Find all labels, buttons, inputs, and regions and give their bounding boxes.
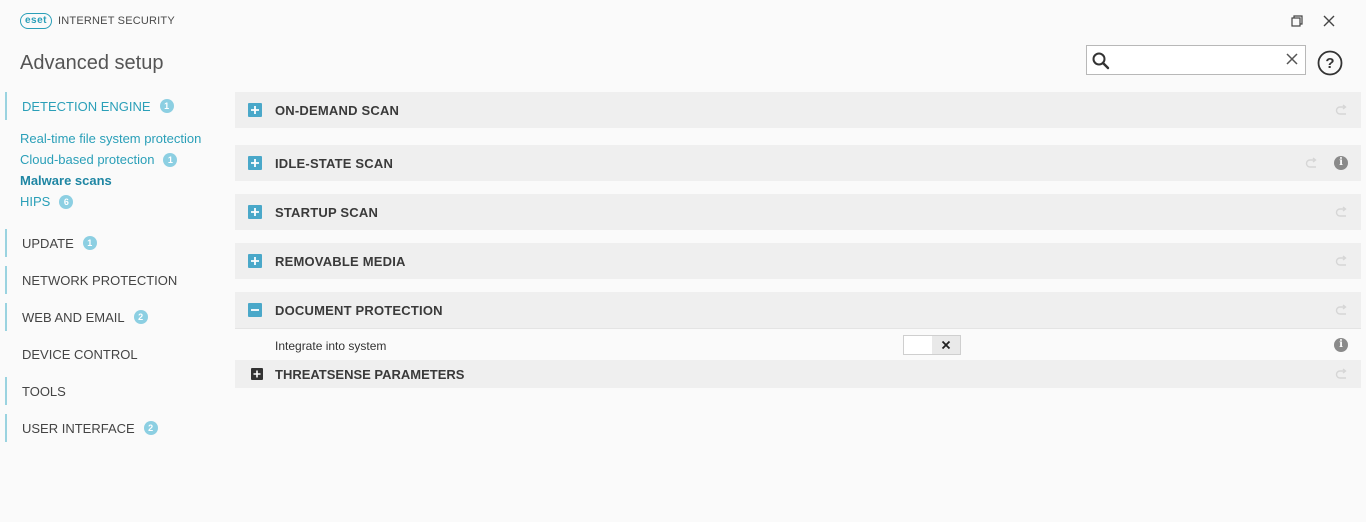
sidebar-item-user-interface[interactable]: USER INTERFACE 2 [5,414,225,442]
expand-icon[interactable] [251,368,263,380]
sidebar-item-label: NETWORK PROTECTION [22,272,178,288]
switch-off-knob [932,336,960,354]
sidebar-item-network-protection[interactable]: NETWORK PROTECTION [5,266,225,294]
panel-removable-media[interactable]: REMOVABLE MEDIA [235,243,1361,279]
search-icon [1091,51,1111,76]
panel-title: STARTUP SCAN [275,204,379,220]
close-window-button[interactable] [1320,12,1338,30]
close-icon [941,340,951,350]
panel-startup-scan[interactable]: STARTUP SCAN [235,194,1361,230]
revert-icon[interactable] [1333,253,1349,269]
restore-window-button[interactable] [1288,12,1306,30]
product-name: INTERNET SECURITY [58,15,175,27]
sidebar-item-update[interactable]: UPDATE 1 [5,229,225,257]
panel-title: DOCUMENT PROTECTION [275,302,443,318]
svg-text:?: ? [1325,55,1334,72]
subpanel-threatsense-parameters[interactable]: THREATSENSE PARAMETERS [235,360,1361,388]
revert-icon[interactable] [1333,102,1349,118]
count-badge: 1 [159,99,174,113]
setting-row-integrate: Integrate into system i [235,328,1361,361]
panel-title: IDLE-STATE SCAN [275,155,394,171]
help-button[interactable]: ? [1317,50,1343,76]
sidebar-item-label: DETECTION ENGINE [22,98,151,114]
subpanel-title: THREATSENSE PARAMETERS [275,367,465,382]
info-icon[interactable]: i [1334,156,1348,170]
expand-icon[interactable] [248,205,262,219]
integrate-toggle-switch[interactable] [903,335,961,355]
eset-logo: eset [20,13,53,29]
sidebar-subitem-hips[interactable]: HIPS 6 [20,194,74,209]
setting-label: Integrate into system [275,339,387,353]
revert-icon[interactable] [1333,204,1349,220]
sidebar-item-label: UPDATE [22,235,74,251]
expand-icon[interactable] [248,103,262,117]
sidebar-item-detection-engine[interactable]: DETECTION ENGINE 1 [5,92,225,120]
panel-on-demand-scan[interactable]: ON-DEMAND SCAN [235,92,1361,128]
collapse-icon[interactable] [248,303,262,317]
panel-idle-state-scan[interactable]: IDLE-STATE SCAN i [235,145,1361,181]
search-input[interactable] [1115,49,1279,73]
count-badge: 6 [59,194,74,209]
expand-icon[interactable] [248,156,262,170]
count-badge: 1 [163,152,178,167]
sidebar-subitem-label: Real-time file system protection [20,131,202,146]
sidebar-item-web-and-email[interactable]: WEB AND EMAIL 2 [5,303,225,331]
sidebar-item-label: USER INTERFACE [22,420,135,436]
sidebar-subitem-realtime-protection[interactable]: Real-time file system protection [20,131,201,146]
sidebar-item-label: WEB AND EMAIL [22,309,125,325]
help-icon: ? [1317,50,1343,76]
sidebar-subitem-cloud-protection[interactable]: Cloud-based protection 1 [20,152,178,167]
search-box[interactable] [1086,45,1306,75]
sidebar-subitem-malware-scans[interactable]: Malware scans [20,173,112,188]
close-icon [1323,15,1335,27]
expand-icon[interactable] [248,254,262,268]
sidebar-item-tools[interactable]: TOOLS [5,377,225,405]
revert-icon[interactable] [1333,366,1349,382]
panel-document-protection[interactable]: DOCUMENT PROTECTION [235,292,1361,328]
sidebar-subitem-label: HIPS [20,194,51,209]
sidebar-item-label: TOOLS [22,383,66,399]
revert-icon[interactable] [1333,302,1349,318]
sidebar-item-label: DEVICE CONTROL [22,346,138,362]
app-brand: eset INTERNET SECURITY [20,13,175,29]
panel-title: REMOVABLE MEDIA [275,253,406,269]
sidebar-subitem-label: Malware scans [20,173,112,188]
clear-search-icon[interactable] [1285,52,1299,71]
info-icon[interactable]: i [1334,338,1348,352]
page-title: Advanced setup [20,52,164,74]
count-badge: 2 [143,421,158,435]
count-badge: 2 [133,310,148,324]
sidebar-item-device-control[interactable]: DEVICE CONTROL [5,340,225,368]
restore-icon [1291,15,1303,27]
panel-title: ON-DEMAND SCAN [275,102,400,118]
count-badge: 1 [82,236,97,250]
sidebar-subitem-label: Cloud-based protection [20,152,155,167]
revert-icon[interactable] [1303,155,1319,171]
